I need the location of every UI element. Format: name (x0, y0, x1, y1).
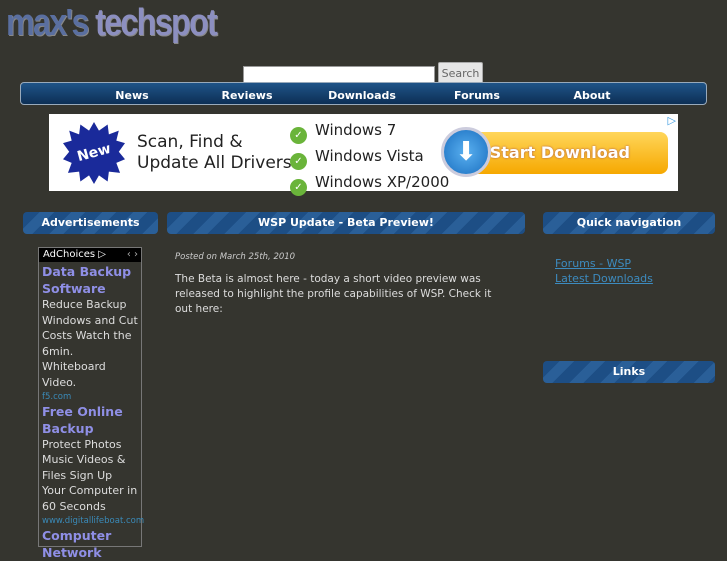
search-input[interactable] (243, 66, 435, 83)
nav-about[interactable]: About (573, 89, 610, 102)
nav-downloads[interactable]: Downloads (328, 89, 396, 102)
banner-ad[interactable]: New Scan, Find & Update All Drivers ✓ Wind… (49, 114, 678, 196)
post-date: Posted on March 25th, 2010 (175, 252, 296, 262)
main-nav: News Reviews Downloads Forums About (20, 82, 707, 105)
banner-headline: Scan, Find & Update All Drivers (137, 132, 292, 173)
ad-title[interactable]: Computer Network (42, 527, 138, 561)
check-icon: ✓ (290, 179, 307, 196)
new-badge: New (63, 122, 125, 184)
link-latest-downloads[interactable]: Latest Downloads (555, 271, 653, 286)
ad-column: AdChoices ▷ ‹ › Data Backup Software Redu… (38, 247, 144, 560)
os-list: ✓ Windows 7 ✓ Windows Vista ✓ Windows XP/20… (290, 118, 449, 196)
ad-title[interactable]: Free Online Backup (42, 403, 138, 437)
site-logo[interactable]: max's techspot (6, 2, 218, 45)
link-forums-wsp[interactable]: Forums - WSP (555, 256, 653, 271)
quick-navigation-header: Quick navigation (543, 212, 715, 234)
nav-news[interactable]: News (115, 89, 148, 102)
nav-reviews[interactable]: Reviews (221, 89, 272, 102)
adchoices-icon[interactable]: ▷ (668, 114, 676, 127)
post-body: The Beta is almost here - today a short … (175, 273, 492, 315)
nav-forums[interactable]: Forums (454, 89, 500, 102)
ad-title[interactable]: Data Backup Software (42, 263, 138, 297)
post-title: WSP Update - Beta Preview! (167, 212, 525, 234)
links-header: Links (543, 361, 715, 383)
advertisements-header: Advertisements (23, 212, 158, 234)
download-arrow-icon: ⬇ (441, 127, 491, 177)
adchoices-bar[interactable]: AdChoices ▷ ‹ › (39, 248, 141, 262)
check-icon: ✓ (290, 153, 307, 170)
check-icon: ✓ (290, 127, 307, 144)
